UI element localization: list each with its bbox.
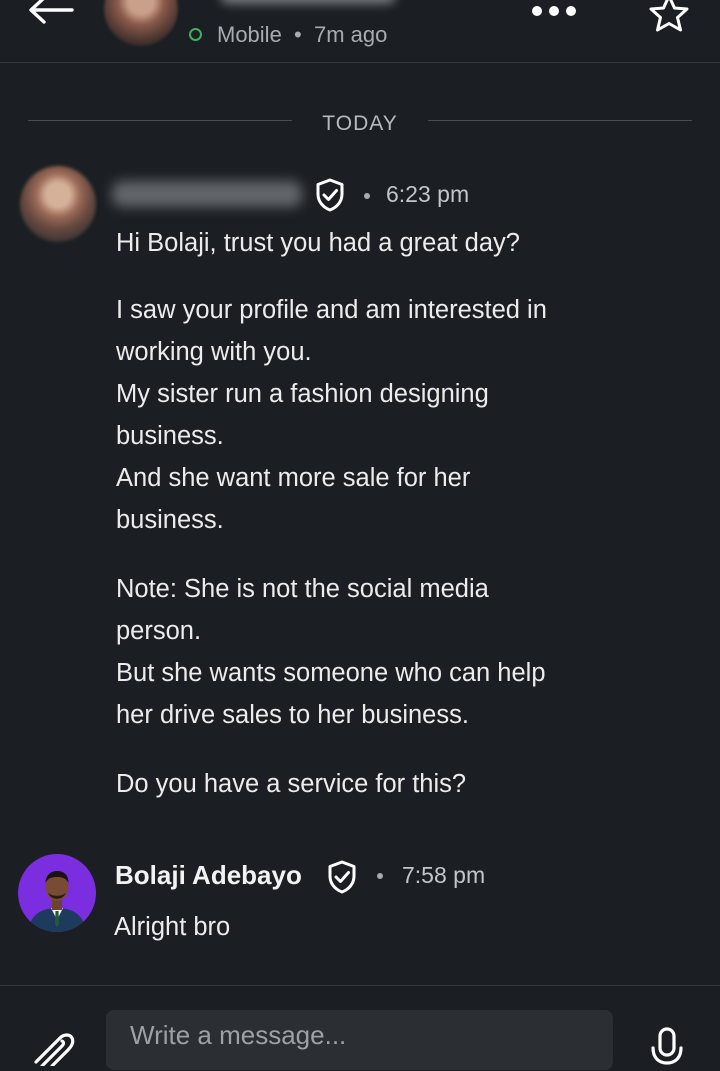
star-icon (649, 0, 689, 32)
message-text: business. (116, 506, 224, 534)
separator-dot (364, 193, 370, 199)
message-composer (0, 985, 720, 1070)
conversation-header: Mobile • 7m ago (0, 0, 720, 63)
online-status-icon (189, 28, 202, 41)
user-avatar[interactable] (18, 854, 96, 932)
microphone-icon (651, 1027, 683, 1065)
sender-name-redacted[interactable] (112, 181, 302, 207)
separator-dot (377, 873, 383, 879)
star-button[interactable] (645, 0, 693, 34)
message-text: Note: She is not the social media (116, 575, 489, 603)
date-divider-line-left (28, 120, 292, 121)
verified-shield-icon (316, 178, 344, 212)
contact-avatar[interactable] (104, 0, 178, 46)
sender-name[interactable]: Bolaji Adebayo (115, 860, 302, 891)
message-text: My sister run a fashion designing (116, 380, 489, 408)
message-text: Alright bro (114, 913, 231, 941)
back-button[interactable] (26, 0, 76, 32)
verified-badge (326, 860, 358, 894)
message-text: But she wants someone who can help (116, 659, 546, 687)
back-arrow-icon (29, 0, 74, 24)
message-text: business. (116, 422, 224, 450)
more-options-button[interactable] (528, 0, 580, 22)
date-divider-line-right (428, 120, 692, 121)
message-text: And she want more sale for her (116, 464, 471, 492)
message-text: Hi Bolaji, trust you had a great day? (116, 229, 520, 257)
message-input[interactable] (106, 1010, 613, 1070)
more-icon (549, 6, 559, 16)
message-text: person. (116, 617, 202, 645)
profile-photo (28, 871, 86, 932)
message-timestamp: 6:23 pm (386, 181, 470, 207)
message-text: working with you. (116, 338, 312, 366)
message-text: Do you have a service for this? (116, 770, 467, 798)
presence-status: Mobile • 7m ago (217, 22, 387, 48)
voice-message-button[interactable] (650, 1026, 684, 1066)
verified-badge (314, 178, 346, 212)
message-text: her drive sales to her business. (116, 701, 469, 729)
attach-button[interactable] (30, 1026, 76, 1068)
more-icon (532, 6, 542, 16)
status-separator: • (281, 22, 314, 47)
status-device: Mobile (217, 22, 282, 47)
verified-shield-icon (328, 860, 356, 894)
date-divider-label: TODAY (322, 112, 398, 135)
message-text: I saw your profile and am interested in (116, 296, 547, 324)
status-last-active: 7m ago (313, 22, 388, 47)
message-timestamp: 7:58 pm (402, 862, 486, 888)
contact-name-redacted[interactable] (220, 0, 396, 4)
paperclip-icon (34, 1033, 75, 1068)
sender-avatar[interactable] (20, 166, 96, 242)
more-icon (566, 6, 576, 16)
